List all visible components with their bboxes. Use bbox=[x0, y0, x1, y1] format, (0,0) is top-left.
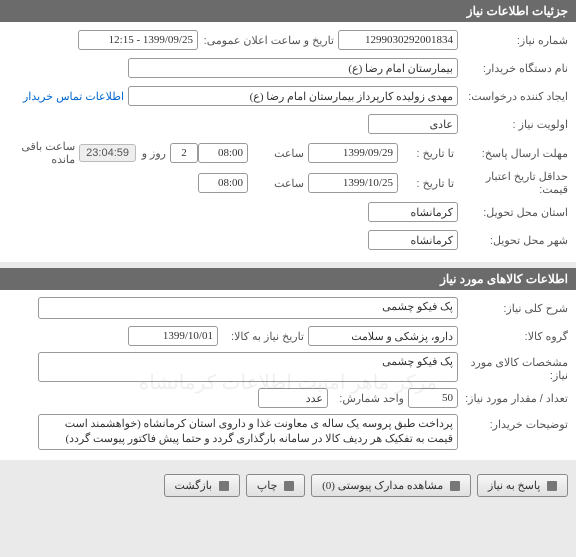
reply-icon bbox=[547, 481, 557, 491]
days-remaining-input bbox=[170, 143, 198, 163]
notes-label: توضیحات خریدار: bbox=[458, 414, 568, 431]
to-date-label-2: تا تاریخ : bbox=[398, 177, 458, 190]
attachments-count: (0) bbox=[322, 480, 335, 492]
to-date-label: تا تاریخ : bbox=[398, 147, 458, 160]
gen-desc-input bbox=[38, 297, 458, 319]
pub-date-label: تاریخ و ساعت اعلان عمومی: bbox=[198, 34, 338, 47]
province-input bbox=[368, 202, 458, 222]
print-button-label: چاپ bbox=[257, 480, 278, 492]
attachments-button[interactable]: مشاهده مدارک پیوستی (0) bbox=[311, 474, 471, 497]
group-label: گروه کالا: bbox=[458, 330, 568, 343]
priority-label: اولویت نیاز : bbox=[458, 118, 568, 131]
minvalid-date-input bbox=[308, 173, 398, 193]
qty-label: تعداد / مقدار مورد نیاز: bbox=[458, 392, 568, 405]
city-input bbox=[368, 230, 458, 250]
days-label: روز و bbox=[136, 147, 170, 160]
buyer-input bbox=[128, 58, 458, 78]
back-icon bbox=[219, 481, 229, 491]
priority-input bbox=[368, 114, 458, 134]
attachments-button-label: مشاهده مدارک پیوستی bbox=[338, 480, 444, 492]
countdown-chip: 23:04:59 bbox=[79, 144, 136, 162]
panel2-header: اطلاعات کالاهای مورد نیاز bbox=[0, 268, 576, 290]
minvalid-label: حداقل تاریخ اعتبار قیمت: bbox=[458, 170, 568, 196]
time-label-1: ساعت bbox=[248, 147, 308, 160]
notes-input bbox=[38, 414, 458, 450]
deadline-time-input bbox=[198, 143, 248, 163]
panel-goods-info: اطلاعات کالاهای مورد نیاز شرح کلی نیاز: … bbox=[0, 268, 576, 460]
reply-button[interactable]: پاسخ به نیاز bbox=[477, 474, 568, 497]
back-button[interactable]: بازگشت bbox=[164, 474, 240, 497]
need-by-input bbox=[128, 326, 218, 346]
panel-need-details: جزئیات اطلاعات نیاز شماره نیاز: تاریخ و … bbox=[0, 0, 576, 262]
need-by-label: تاریخ نیاز به کالا: bbox=[218, 330, 308, 343]
spec-input bbox=[38, 352, 458, 382]
time-label-2: ساعت bbox=[248, 177, 308, 190]
pub-date-input bbox=[78, 30, 198, 50]
creator-input bbox=[128, 86, 458, 106]
print-button[interactable]: چاپ bbox=[246, 474, 305, 497]
back-button-label: بازگشت bbox=[175, 480, 213, 492]
unit-label: واحد شمارش: bbox=[328, 392, 408, 405]
action-bar: پاسخ به نیاز مشاهده مدارک پیوستی (0) چاپ… bbox=[0, 466, 576, 505]
remain-label: ساعت باقی مانده bbox=[8, 140, 79, 166]
creator-label: ایجاد کننده درخواست: bbox=[458, 90, 568, 103]
print-icon bbox=[284, 481, 294, 491]
need-no-input bbox=[338, 30, 458, 50]
minvalid-time-input bbox=[198, 173, 248, 193]
spec-label: مشخصات کالای مورد نیاز: bbox=[458, 352, 568, 382]
need-no-label: شماره نیاز: bbox=[458, 34, 568, 47]
group-input bbox=[308, 326, 458, 346]
attachment-icon bbox=[450, 481, 460, 491]
qty-input bbox=[408, 388, 458, 408]
reply-button-label: پاسخ به نیاز bbox=[488, 480, 540, 492]
city-label: شهر محل تحویل: bbox=[458, 234, 568, 247]
deadline-date-input bbox=[308, 143, 398, 163]
buyer-label: نام دستگاه خریدار: bbox=[458, 62, 568, 75]
contact-link[interactable]: اطلاعات تماس خریدار bbox=[23, 90, 128, 103]
deadline-label: مهلت ارسال پاسخ: bbox=[458, 147, 568, 160]
gen-desc-label: شرح کلی نیاز: bbox=[458, 302, 568, 315]
unit-input bbox=[258, 388, 328, 408]
panel1-header: جزئیات اطلاعات نیاز bbox=[0, 0, 576, 22]
province-label: استان محل تحویل: bbox=[458, 206, 568, 219]
